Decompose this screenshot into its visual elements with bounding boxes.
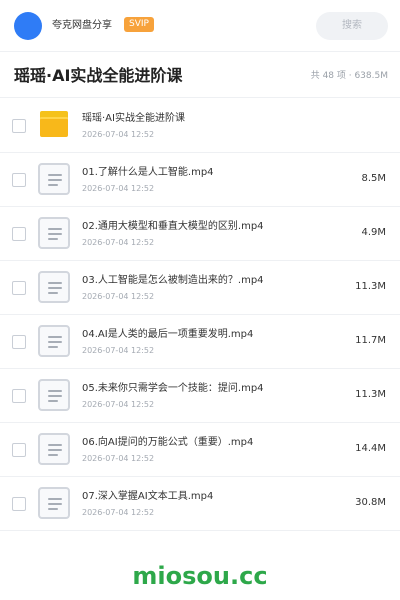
document-icon [38,217,70,249]
item-name: 07.深入掌握AI文本工具.mp4 [82,491,214,502]
list-item[interactable]: 04.AI是人类的最后一项重要发明.mp4 2026-07-04 12:52 1… [0,315,400,369]
item-name: 01.了解什么是人工智能.mp4 [82,167,214,178]
list-item[interactable]: 01.了解什么是人工智能.mp4 2026-07-04 12:52 8.5M [0,153,400,207]
item-date: 2026-07-04 12:52 [82,238,155,247]
item-checkbox[interactable] [12,281,26,295]
item-name: 06.向AI提问的万能公式（重要）.mp4 [82,437,254,448]
item-date: 2026-07-04 12:52 [82,508,155,517]
item-name: 瑶瑶·AI实战全能进阶课 [82,113,185,124]
document-icon [38,433,70,465]
item-size: 14.4M [355,443,386,454]
file-list: 瑶瑶·AI实战全能进阶课 2026-07-04 12:52 01.了解什么是人工… [0,99,400,531]
item-checkbox[interactable] [12,227,26,241]
item-name: 02.通用大模型和垂直大模型的区别.mp4 [82,221,264,232]
item-name: 05.未来你只需学会一个技能：提问.mp4 [82,383,264,394]
document-icon [38,325,70,357]
document-icon [38,487,70,519]
item-name: 03.人工智能是怎么被制造出来的？.mp4 [82,275,264,286]
watermark: miosou.cc [132,562,268,590]
item-date: 2026-07-04 12:52 [82,400,155,409]
item-date: 2026-07-04 12:52 [82,184,155,193]
document-icon [38,271,70,303]
list-item[interactable]: 瑶瑶·AI实战全能进阶课 2026-07-04 12:52 [0,99,400,153]
folder-summary: 共 48 项 · 638.5M [310,71,388,81]
item-date: 2026-07-04 12:52 [82,292,155,301]
folder-header: 瑶瑶·AI实战全能进阶课 共 48 项 · 638.5M [0,52,400,98]
item-checkbox[interactable] [12,335,26,349]
item-checkbox[interactable] [12,443,26,457]
item-size: 11.7M [355,335,386,346]
page-title: 瑶瑶·AI实战全能进阶课 [14,66,183,85]
item-size: 8.5M [361,173,386,184]
item-name: 04.AI是人类的最后一项重要发明.mp4 [82,329,254,340]
top-bar: 夸克网盘分享 SVIP 搜索 [0,0,400,52]
item-size: 11.3M [355,389,386,400]
item-checkbox[interactable] [12,173,26,187]
item-size: 4.9M [361,227,386,238]
svip-badge: SVIP [124,17,154,32]
item-checkbox[interactable] [12,497,26,511]
item-date: 2026-07-04 12:52 [82,454,155,463]
avatar[interactable] [14,12,42,40]
list-item[interactable]: 07.深入掌握AI文本工具.mp4 2026-07-04 12:52 30.8M [0,477,400,531]
item-size: 30.8M [355,497,386,508]
list-item[interactable]: 03.人工智能是怎么被制造出来的？.mp4 2026-07-04 12:52 1… [0,261,400,315]
app-name: 夸克网盘分享 [52,20,112,31]
item-date: 2026-07-04 12:52 [82,346,155,355]
folder-icon [38,109,70,141]
document-icon [38,163,70,195]
item-checkbox[interactable] [12,389,26,403]
document-icon [38,379,70,411]
list-item[interactable]: 06.向AI提问的万能公式（重要）.mp4 2026-07-04 12:52 1… [0,423,400,477]
item-size: 11.3M [355,281,386,292]
item-checkbox[interactable] [12,119,26,133]
item-date: 2026-07-04 12:52 [82,130,155,139]
search-button[interactable]: 搜索 [316,12,388,40]
list-item[interactable]: 02.通用大模型和垂直大模型的区别.mp4 2026-07-04 12:52 4… [0,207,400,261]
list-item[interactable]: 05.未来你只需学会一个技能：提问.mp4 2026-07-04 12:52 1… [0,369,400,423]
